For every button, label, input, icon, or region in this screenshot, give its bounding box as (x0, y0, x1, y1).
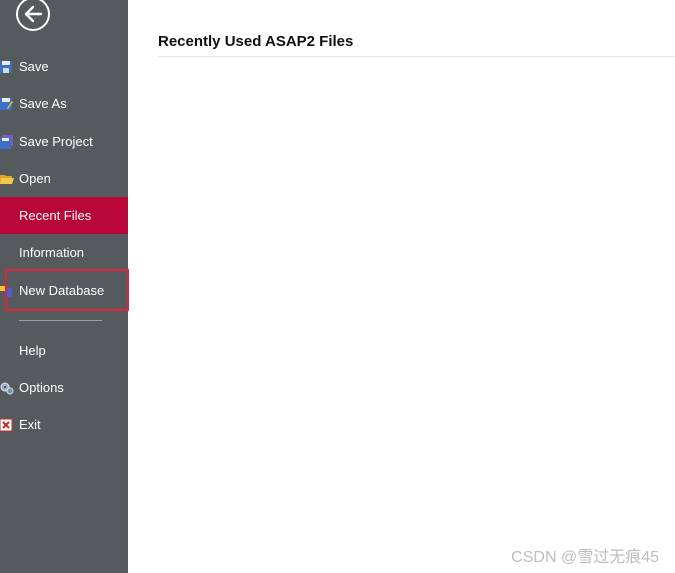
menu-item-label: Save (19, 59, 49, 74)
menu-item-label: Recent Files (19, 208, 92, 223)
menu-item-exit[interactable]: Exit (0, 406, 128, 443)
floppy-disk-icon (0, 60, 12, 73)
menu-item-open[interactable]: Open (0, 160, 128, 197)
menu-item-recent-files[interactable]: Recent Files (0, 197, 128, 234)
menu-item-label: Save Project (19, 134, 93, 149)
new-database-icon (0, 285, 12, 297)
menu-item-label: Save As (19, 96, 67, 111)
watermark: CSDN @雪过无痕45 (511, 549, 659, 566)
menu-item-label: Options (19, 380, 64, 395)
gears-icon (0, 382, 14, 394)
menu-separator (19, 320, 102, 321)
exit-x-icon (0, 418, 13, 431)
floppy-disk-pencil-icon (0, 97, 13, 110)
open-folder-icon (0, 174, 14, 184)
menu-item-label: Open (19, 171, 51, 186)
floppy-disk-stack-icon (0, 134, 13, 149)
menu-item-label: Exit (19, 417, 41, 432)
title-divider (158, 56, 675, 57)
page-title: Recently Used ASAP2 Files (158, 33, 354, 50)
menu-item-save-project[interactable]: Save Project (0, 123, 128, 160)
menu-item-save[interactable]: Save (0, 48, 128, 85)
backstage-sidebar: Save Save As Save Project Open Recent Fi… (0, 0, 128, 573)
back-button[interactable] (16, 0, 50, 31)
menu-item-new-database[interactable]: New Database (0, 272, 128, 309)
menu-item-options[interactable]: Options (0, 369, 128, 406)
menu-item-save-as[interactable]: Save As (0, 85, 128, 122)
menu-item-help[interactable]: Help (0, 332, 128, 369)
menu-item-label: New Database (19, 283, 105, 298)
menu-item-information[interactable]: Information (0, 234, 128, 271)
menu-item-label: Information (19, 245, 85, 260)
back-arrow-circle-icon (24, 5, 43, 23)
menu-item-label: Help (19, 343, 46, 358)
